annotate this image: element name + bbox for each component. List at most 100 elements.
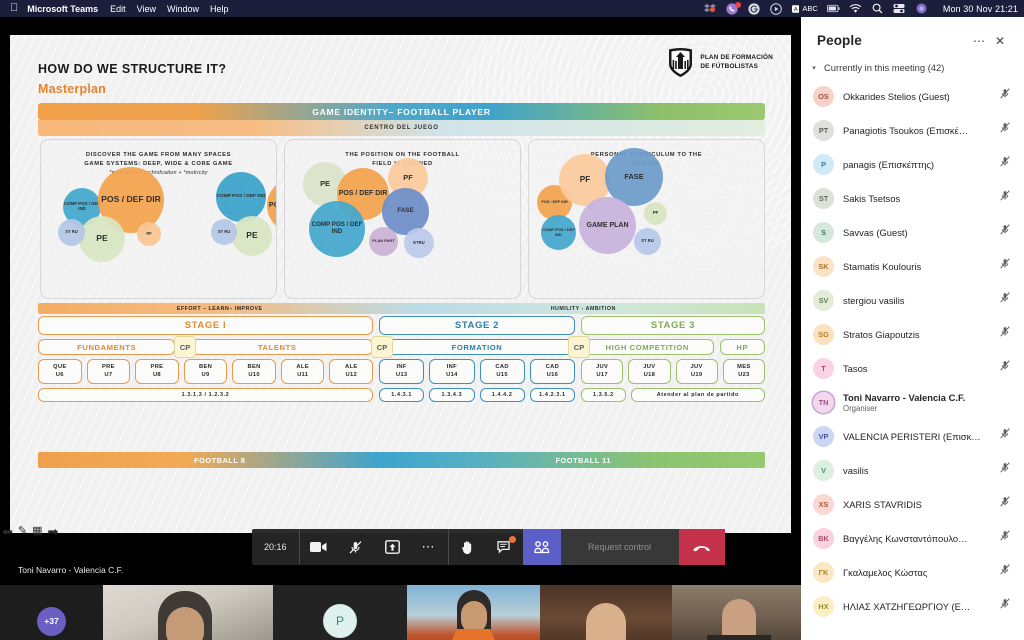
- raise-hand-button[interactable]: [449, 529, 486, 565]
- camera-toggle-button[interactable]: [300, 529, 337, 565]
- participant-row[interactable]: ST Sakis Tsetsos: [801, 181, 1024, 215]
- chat-button[interactable]: [486, 529, 523, 565]
- mic-muted-icon[interactable]: [999, 325, 1012, 343]
- brand-text: PLAN DE FORMACIÓN DE FÚTBOLISTAS: [700, 54, 773, 71]
- participant-name: Stratos Giapoutzis: [843, 328, 920, 340]
- menu-item-window[interactable]: Window: [167, 4, 199, 14]
- people-panel-button[interactable]: [522, 529, 561, 565]
- participant-row[interactable]: ΓΚ Γκαλαμελος Κώστας: [801, 555, 1024, 589]
- annotate-pen-icon[interactable]: ✎: [18, 526, 27, 537]
- participant-row[interactable]: ΗΧ ΗΛΙΑΣ ΧΑΤΖΗΓΕΩΡΓΙΟΥ (Ε…: [801, 589, 1024, 623]
- video-tile-3[interactable]: Toni Navarro - Valencia C.F.: [407, 585, 540, 640]
- participant-row[interactable]: T Tasos: [801, 351, 1024, 385]
- participant-row[interactable]: VP VALENCIA PERISTERI (Επισκ…: [801, 419, 1024, 453]
- participant-row[interactable]: ΒΚ Βαγγέλης Κωνσταντόπουλο…: [801, 521, 1024, 555]
- age-cell-juv-u18: JUV U18: [628, 359, 671, 384]
- age-group: U23: [738, 371, 750, 378]
- participant-row[interactable]: TN Toni Navarro - Valencia C.F. Organiser: [801, 385, 1024, 419]
- svg-text:A: A: [794, 7, 798, 13]
- mic-muted-icon[interactable]: [999, 529, 1012, 547]
- mic-muted-icon[interactable]: [999, 563, 1012, 581]
- mic-muted-icon[interactable]: [999, 155, 1012, 173]
- stage-2-title: STAGE 2: [379, 316, 575, 335]
- close-icon[interactable]: ✕: [990, 35, 1010, 47]
- tile-2-avatar: P: [323, 604, 357, 638]
- participant-row[interactable]: OS Okkarides Stelios (Guest): [801, 79, 1024, 113]
- mic-toggle-button[interactable]: [337, 529, 374, 565]
- panel-3-bubbles: POS / DEF DIR PF FASE GAME PLAN COMP POS / D…: [529, 140, 764, 298]
- mic-muted-icon[interactable]: [999, 291, 1012, 309]
- participant-row[interactable]: XS XARIS STAVRIDIS: [801, 487, 1024, 521]
- battery-icon[interactable]: [826, 3, 840, 15]
- age-cell-ale-u12: ALE U12: [329, 359, 374, 384]
- participant-row[interactable]: SK Stamatis Koulouris: [801, 249, 1024, 283]
- age-group: U17: [596, 371, 608, 378]
- participant-info: vasilis: [843, 465, 990, 476]
- dropbox-icon[interactable]: [704, 3, 717, 15]
- request-control-button[interactable]: Request control: [560, 529, 679, 565]
- ages-stage-1: QUE U6 PRE U7 PRE U8 BEN U9 BEN U10 ALE U11 ALE U12: [38, 359, 374, 384]
- search-icon[interactable]: [871, 3, 884, 15]
- next-slide-icon[interactable]: ➡: [48, 525, 59, 538]
- participant-name: Tasos: [843, 362, 868, 374]
- participant-list[interactable]: OS Okkarides Stelios (Guest) PT Panagiotis …: [801, 79, 1024, 623]
- ages-stage-3: JUV U17 JUV U18 JUV U19 MES U23: [581, 359, 765, 384]
- prev-slide-icon[interactable]: ⬅: [2, 525, 13, 538]
- age-cell-text: MES U23: [737, 364, 750, 380]
- wifi-icon[interactable]: [849, 3, 862, 15]
- age-cat: PRE: [150, 363, 164, 370]
- menu-app-name[interactable]: Microsoft Teams: [27, 4, 98, 14]
- slide-view-icon[interactable]: ▦: [32, 526, 42, 537]
- more-options-button[interactable]: ⋯: [411, 529, 448, 565]
- participant-row[interactable]: S Savvas (Guest): [801, 215, 1024, 249]
- mic-muted-icon[interactable]: [999, 189, 1012, 207]
- mic-muted-icon[interactable]: [999, 257, 1012, 275]
- siri-icon[interactable]: [915, 3, 928, 15]
- bubble-st-ru: ST RU: [211, 219, 237, 245]
- mic-muted-icon[interactable]: [999, 495, 1012, 513]
- shared-slide[interactable]: HOW DO WE STRUCTURE IT? Masterplan PLAN …: [10, 35, 791, 533]
- people-panel: People ⋯ ✕ ▾ Currently in this meeting (…: [801, 17, 1024, 640]
- age-cell-ale-u11: ALE U11: [280, 359, 325, 384]
- video-tile-1[interactable]: Loukas Galamelos: [103, 585, 273, 640]
- input-source-abc-icon[interactable]: A ABC: [791, 3, 818, 15]
- presenter-caption: Toni Navarro - Valencia C.F.: [18, 565, 124, 575]
- participant-name: Panagiotis Tsoukos (Επισκέ…: [843, 124, 969, 136]
- currently-in-meeting-section[interactable]: ▾ Currently in this meeting (42): [801, 58, 1024, 79]
- grammarly-icon[interactable]: [748, 2, 761, 15]
- hang-up-button[interactable]: [678, 529, 725, 565]
- age-cat: JUV: [596, 363, 609, 370]
- age-cell-juv-u19: JUV U19: [675, 359, 718, 384]
- more-options-icon[interactable]: ⋯: [968, 35, 990, 47]
- panel-position-defined: THE POSITION ON THE FOOTBALL FIELD IS DE…: [284, 139, 521, 299]
- menu-item-edit[interactable]: Edit: [110, 4, 126, 14]
- mic-muted-icon[interactable]: [999, 87, 1012, 105]
- age-cell-text: BEN U9: [199, 364, 212, 380]
- video-tile-5[interactable]: [672, 585, 801, 640]
- participant-row[interactable]: PT Panagiotis Tsoukos (Επισκέ…: [801, 113, 1024, 147]
- video-tile-2[interactable]: P panagis (Επισκέπτης): [273, 585, 407, 640]
- mic-muted-icon[interactable]: [999, 427, 1012, 445]
- mic-muted-icon[interactable]: [999, 121, 1012, 139]
- meeting-timer: 20:16: [264, 542, 287, 552]
- mic-muted-icon[interactable]: [999, 223, 1012, 241]
- avatar: TN: [813, 391, 834, 413]
- participant-row[interactable]: Vvasilis: [801, 453, 1024, 487]
- share-screen-button[interactable]: [374, 529, 411, 565]
- people-icon: [533, 540, 549, 553]
- mic-muted-icon[interactable]: [999, 461, 1012, 479]
- mic-muted-icon[interactable]: [999, 597, 1012, 615]
- participant-row[interactable]: Ppanagis (Επισκέπτης): [801, 147, 1024, 181]
- participant-row[interactable]: SV stergiou vasilis: [801, 283, 1024, 317]
- menu-item-view[interactable]: View: [137, 4, 156, 14]
- filmstrip-overflow[interactable]: +37: [0, 585, 103, 640]
- apple-logo-icon[interactable]: : [10, 3, 18, 14]
- participant-info: Stamatis Koulouris: [843, 261, 990, 272]
- video-tile-4[interactable]: GEORGIOS TOLIAS: [540, 585, 672, 640]
- menu-item-help[interactable]: Help: [210, 4, 229, 14]
- record-icon[interactable]: [770, 2, 783, 15]
- whatsapp-icon[interactable]: [726, 1, 741, 15]
- participant-row[interactable]: SG Stratos Giapoutzis: [801, 317, 1024, 351]
- control-center-icon[interactable]: [893, 3, 906, 15]
- mic-muted-icon[interactable]: [999, 359, 1012, 377]
